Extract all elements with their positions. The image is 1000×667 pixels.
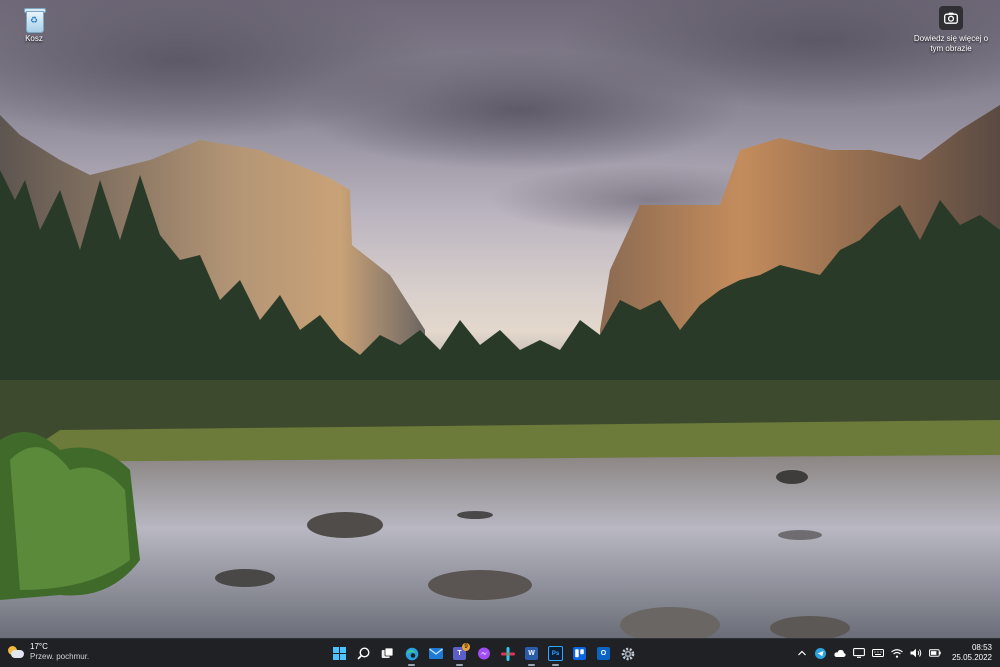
clock[interactable]: 08:53 25.05.2022 xyxy=(952,643,992,663)
photoshop-button[interactable]: Ps xyxy=(545,643,566,666)
weather-condition: Przew. pochmur. xyxy=(30,652,90,661)
wifi-icon[interactable] xyxy=(891,647,903,659)
telegram-icon[interactable] xyxy=(815,647,827,659)
search-button[interactable] xyxy=(353,643,374,664)
trello-icon xyxy=(573,647,586,660)
cloud-icon[interactable] xyxy=(834,647,846,659)
gear-icon xyxy=(621,647,634,660)
search-icon xyxy=(357,647,370,660)
task-view-icon xyxy=(381,647,394,658)
recycle-bin-label: Kosz xyxy=(25,34,43,43)
mail-icon xyxy=(428,648,443,659)
mail-button[interactable] xyxy=(425,643,446,664)
landscape-illustration xyxy=(0,0,1000,638)
windows-logo-icon xyxy=(333,647,346,660)
system-tray: 08:53 25.05.2022 xyxy=(796,643,992,663)
word-icon: W xyxy=(525,647,538,660)
notification-badge: 9 xyxy=(462,643,470,651)
taskbar: 17°C Przew. pochmur. T 9 W Ps O 08:53 25… xyxy=(0,638,1000,667)
desktop-wallpaper xyxy=(0,0,1000,638)
spotlight-text: Dowiedz się więcej o tym obrazie xyxy=(913,34,989,53)
weather-temperature: 17°C xyxy=(30,642,48,651)
photoshop-icon: Ps xyxy=(548,646,563,661)
volume-icon[interactable] xyxy=(910,647,922,659)
word-button[interactable]: W xyxy=(521,643,542,666)
task-view-button[interactable] xyxy=(377,643,398,664)
slack-button[interactable] xyxy=(497,643,518,664)
partly-cloudy-icon xyxy=(8,646,24,658)
outlook-icon: O xyxy=(597,647,610,660)
outlook-button[interactable]: O xyxy=(593,643,614,664)
camera-icon[interactable] xyxy=(939,6,963,30)
battery-icon[interactable] xyxy=(928,647,941,659)
settings-button[interactable] xyxy=(617,643,638,664)
teams-button[interactable]: T 9 xyxy=(449,643,470,666)
start-button[interactable] xyxy=(329,643,350,664)
clock-date: 25.05.2022 xyxy=(951,653,992,662)
taskbar-pinned-apps: T 9 W Ps O xyxy=(329,643,638,666)
messenger-icon xyxy=(477,647,490,659)
weather-widget[interactable]: 17°C Przew. pochmur. xyxy=(8,642,89,662)
chevron-up-icon[interactable] xyxy=(796,647,808,659)
messenger-button[interactable] xyxy=(473,643,494,664)
spotlight-info[interactable]: Dowiedz się więcej o tym obrazie xyxy=(910,6,992,54)
keyboard-icon[interactable] xyxy=(871,647,884,659)
display-icon[interactable] xyxy=(853,647,865,659)
slack-icon xyxy=(500,646,515,661)
clock-time: 08:53 xyxy=(971,643,992,652)
recycle-bin-icon: ♻ xyxy=(23,6,46,33)
recycle-bin-shortcut[interactable]: ♻ Kosz xyxy=(14,6,54,43)
trello-button[interactable] xyxy=(569,643,590,664)
edge-button[interactable] xyxy=(401,643,422,666)
edge-icon xyxy=(405,647,418,660)
